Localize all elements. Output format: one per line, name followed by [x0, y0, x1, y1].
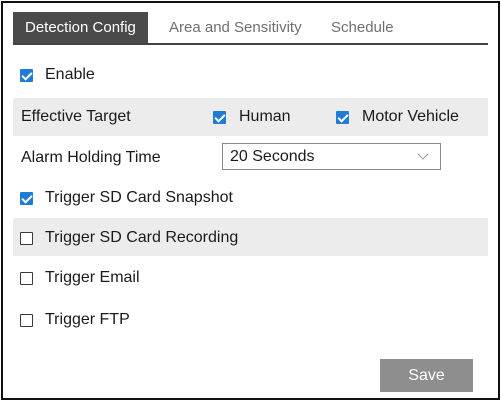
- trigger-sd-snapshot-row: Trigger SD Card Snapshot: [13, 178, 488, 216]
- trigger-email-label: Trigger Email: [45, 269, 140, 286]
- trigger-sd-recording-row: Trigger SD Card Recording: [13, 218, 488, 256]
- trigger-email-checkbox[interactable]: [20, 272, 33, 285]
- tab-schedule[interactable]: Schedule: [331, 12, 394, 43]
- chevron-down-icon: [417, 148, 429, 160]
- trigger-ftp-checkbox[interactable]: [20, 314, 33, 327]
- motor-vehicle-checkbox[interactable]: [336, 111, 349, 124]
- tab-area-and-sensitivity[interactable]: Area and Sensitivity: [169, 12, 302, 43]
- trigger-ftp-label: Trigger FTP: [45, 311, 130, 328]
- trigger-sd-snapshot-label: Trigger SD Card Snapshot: [45, 189, 233, 206]
- effective-target-label: Effective Target: [21, 108, 131, 125]
- alarm-holding-time-value: 20 Seconds: [230, 148, 315, 165]
- save-button[interactable]: Save: [380, 359, 473, 392]
- detection-config-panel: Detection Config Area and Sensitivity Sc…: [1, 1, 500, 400]
- trigger-sd-snapshot-checkbox[interactable]: [20, 192, 33, 205]
- enable-checkbox[interactable]: [20, 69, 33, 82]
- alarm-holding-time-label: Alarm Holding Time: [21, 149, 161, 166]
- human-label: Human: [239, 108, 291, 125]
- effective-target-row: Effective Target Human Motor Vehicle: [13, 98, 488, 136]
- human-checkbox[interactable]: [213, 111, 226, 124]
- tab-detection-config[interactable]: Detection Config: [13, 12, 148, 43]
- tab-bar: Detection Config Area and Sensitivity Sc…: [13, 12, 488, 45]
- alarm-holding-time-select[interactable]: 20 Seconds: [222, 143, 441, 170]
- trigger-sd-recording-checkbox[interactable]: [20, 232, 33, 245]
- motor-vehicle-label: Motor Vehicle: [362, 108, 459, 125]
- trigger-email-row: Trigger Email: [13, 258, 488, 296]
- trigger-ftp-row: Trigger FTP: [13, 300, 488, 338]
- enable-row: Enable: [13, 56, 488, 94]
- trigger-sd-recording-label: Trigger SD Card Recording: [45, 229, 239, 246]
- enable-label: Enable: [45, 66, 95, 83]
